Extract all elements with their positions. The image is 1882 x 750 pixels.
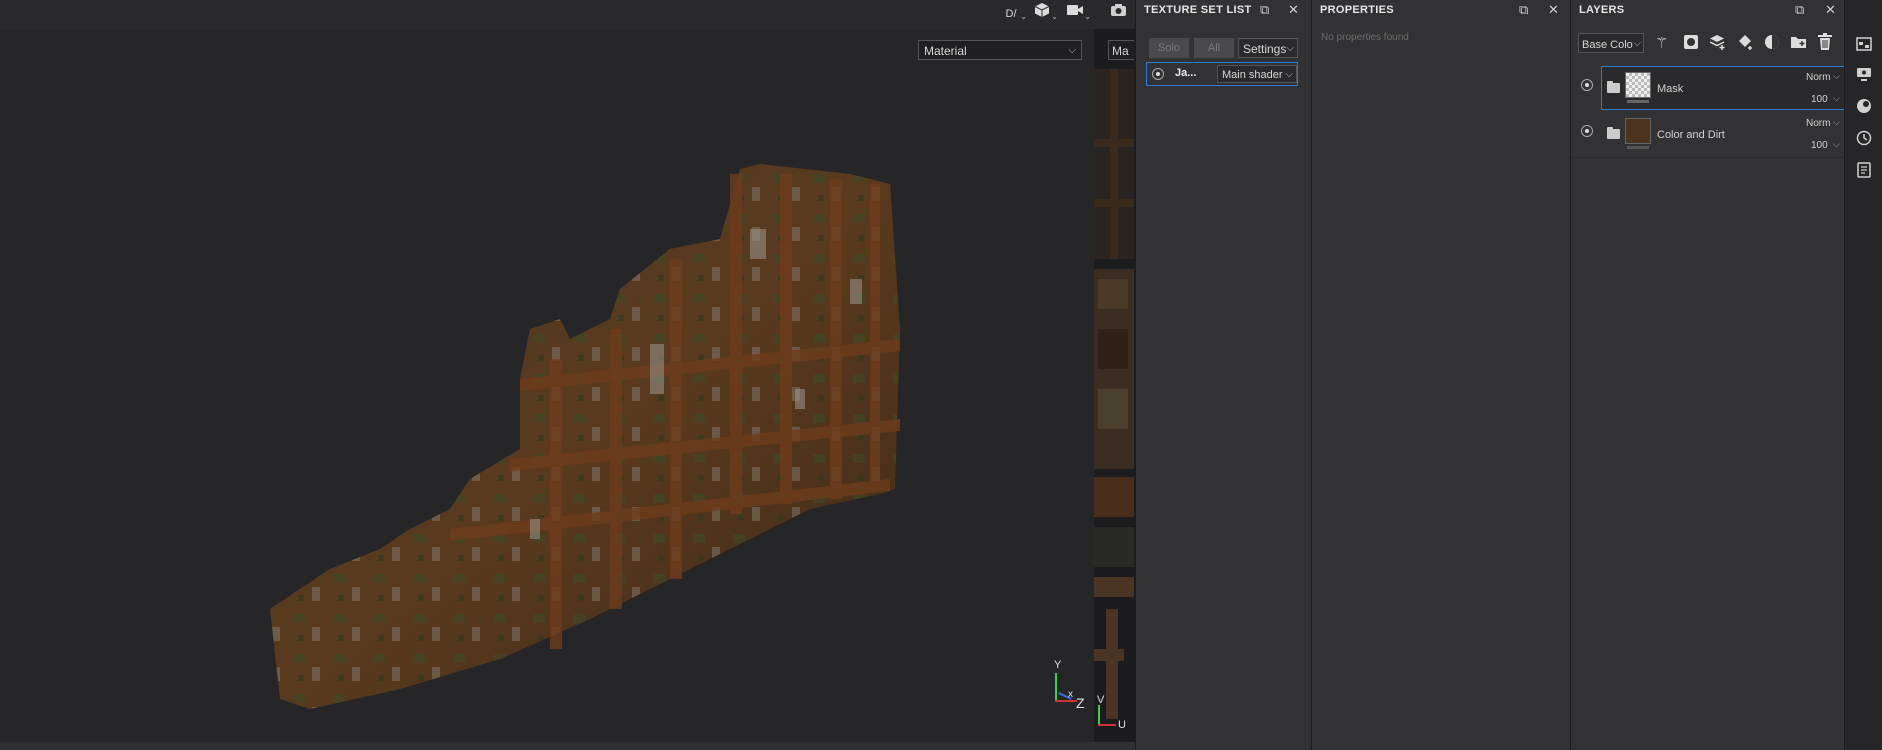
viewport-2d-channel-select[interactable]: Ma [1108, 40, 1134, 60]
undock-icon[interactable]: ⧉ [1795, 2, 1804, 18]
settings-label: Settings [1243, 42, 1287, 56]
y-axis-label: Y [1054, 659, 1062, 671]
mask-indicator [1627, 146, 1649, 149]
display-mode-glyph: D/ [1005, 8, 1017, 20]
blend-mode[interactable]: Norm [1806, 72, 1830, 83]
layer-toolbar: ⚚ [1655, 32, 1841, 54]
uv-island [1094, 477, 1134, 517]
right-dock-bar [1844, 0, 1882, 750]
axis-gizmo: Y x Z [1050, 659, 1090, 714]
z-axis-label: Z [1076, 695, 1085, 711]
mask-indicator [1627, 100, 1649, 103]
v-axis-line [1098, 705, 1100, 725]
shader-dropdown[interactable]: Main shader ⌵ [1217, 65, 1297, 83]
folder-icon [1607, 81, 1620, 93]
viewer-icon[interactable] [1855, 98, 1873, 116]
wall-model [270, 164, 900, 709]
chevron-down-icon: ⌵ [1633, 34, 1641, 52]
viewport-3d[interactable]: Material ⌵ Y x Z [0, 29, 1094, 742]
visibility-icon[interactable] [1581, 125, 1593, 137]
all-button[interactable]: All [1194, 38, 1234, 58]
blend-mode[interactable]: Norm [1806, 118, 1830, 129]
visibility-icon[interactable] [1581, 79, 1593, 91]
viewport-2d-channel-label: Ma [1112, 44, 1129, 58]
history-icon[interactable] [1855, 130, 1873, 148]
folder-icon [1607, 127, 1620, 139]
uv-island [1094, 69, 1134, 259]
display-settings-icon[interactable] [1855, 66, 1873, 84]
layer-name: Color and Dirt [1657, 129, 1725, 141]
close-icon[interactable]: ✕ [1825, 2, 1836, 18]
undock-icon[interactable]: ⧉ [1260, 2, 1269, 18]
viewport-toolbar: D/⌄ ⌄ ⌄ [0, 0, 1135, 29]
x-axis-line [1055, 700, 1077, 702]
undock-icon[interactable]: ⧉ [1519, 2, 1528, 18]
viewport-bottom-bar [0, 742, 1135, 750]
visibility-icon[interactable] [1152, 68, 1164, 80]
cube-icon[interactable]: ⌄ [1031, 2, 1058, 24]
layers-panel: LAYERS ⧉ ✕ Base Colo ⌵ ⚚ Mask Norm ⌵ 100… [1570, 0, 1847, 750]
layer-row-color-and-dirt[interactable]: Color and Dirt Norm ⌵ 100 ⌵ [1573, 112, 1859, 156]
trash-icon[interactable] [1817, 33, 1833, 56]
uv-island [1094, 577, 1134, 597]
texture-set-list-title: TEXTURE SET LIST [1144, 4, 1252, 16]
layer-thumbnail [1625, 118, 1651, 144]
layer-opacity[interactable]: 100 [1811, 140, 1828, 151]
chevron-down-icon: ⌵ [1285, 69, 1293, 80]
properties-panel: PROPERTIES ⧉ ✕ No properties found [1311, 0, 1570, 750]
settings-dropdown[interactable]: Settings ⌵ [1238, 38, 1298, 58]
close-icon[interactable]: ✕ [1288, 2, 1299, 18]
chevron-down-icon: ⌵ [1286, 43, 1294, 54]
uv-island [1094, 649, 1124, 661]
texture-set-list-panel: TEXTURE SET LIST ⧉ ✕ Solo All Settings ⌵… [1135, 0, 1311, 750]
u-axis-label: U [1118, 719, 1126, 731]
properties-title: PROPERTIES [1320, 4, 1394, 16]
close-icon[interactable]: ✕ [1548, 2, 1559, 18]
empty-properties-text: No properties found [1321, 32, 1409, 43]
screenshot-camera-icon[interactable] [1107, 2, 1129, 24]
x-axis-label: x [1068, 689, 1073, 700]
texture-set-name: Ja... [1175, 67, 1197, 79]
y-axis-line [1055, 673, 1057, 701]
uv-island [1106, 609, 1118, 719]
folder-add-icon[interactable] [1790, 34, 1808, 55]
shelf-icon[interactable] [1855, 36, 1873, 54]
layer-opacity[interactable]: 100 [1811, 94, 1828, 105]
texture-set-item[interactable]: Ja... Main shader ⌵ [1146, 62, 1298, 86]
channel-dropdown[interactable]: Base Colo ⌵ [1578, 33, 1644, 53]
mask-add-icon[interactable] [1682, 33, 1700, 56]
chevron-down-icon: ⌵ [1833, 117, 1840, 127]
channel-label: Base Colo [1582, 39, 1633, 51]
layer-name: Mask [1657, 83, 1684, 95]
viewport-3d-channel-label: Material [924, 44, 967, 58]
video-camera-icon[interactable]: ⌄ [1064, 2, 1091, 24]
shader-label: Main shader [1222, 69, 1283, 81]
chevron-down-icon: ⌵ [1833, 139, 1840, 149]
layer-add-icon[interactable] [1709, 33, 1727, 56]
uv-island [1094, 527, 1134, 567]
magic-wand-icon[interactable]: ⚚ [1655, 34, 1668, 52]
layer-thumbnail [1625, 72, 1651, 98]
chevron-down-icon: ⌵ [1833, 93, 1840, 103]
u-axis-line [1098, 724, 1116, 726]
log-icon[interactable] [1855, 162, 1873, 180]
smart-material-icon[interactable] [1763, 33, 1781, 56]
uv-island [1094, 269, 1134, 469]
layer-row-mask[interactable]: Mask Norm ⌵ 100 ⌵ [1573, 66, 1859, 110]
layer-list-divider [1571, 157, 1845, 158]
fill-layer-icon[interactable] [1736, 33, 1754, 56]
viewport-2d[interactable]: Ma V U [1094, 29, 1134, 742]
solo-button[interactable]: Solo [1149, 38, 1189, 58]
viewport-3d-channel-select[interactable]: Material ⌵ [918, 40, 1082, 60]
chevron-down-icon: ⌵ [1833, 71, 1840, 81]
display-mode-icon[interactable]: D/⌄ [1000, 2, 1028, 24]
chevron-down-icon: ⌵ [1068, 45, 1076, 56]
